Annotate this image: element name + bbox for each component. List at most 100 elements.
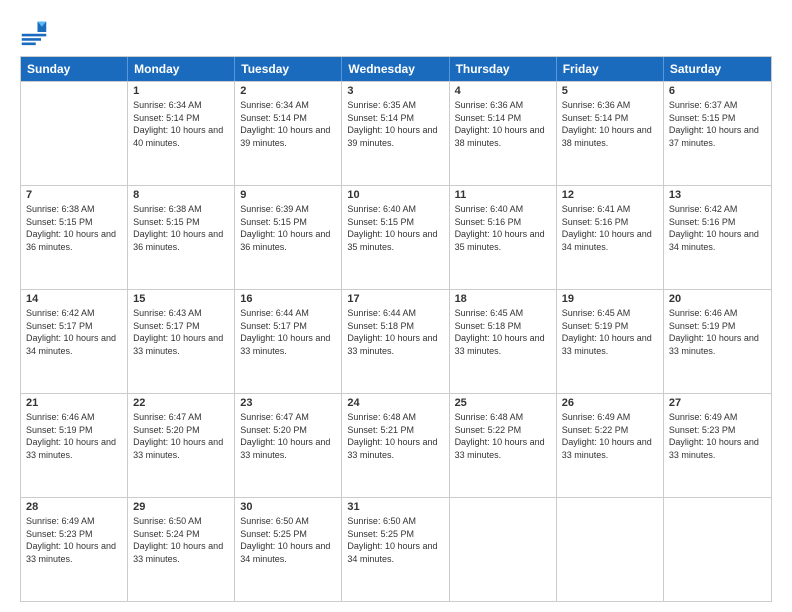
cell-day-number: 26 <box>562 397 658 409</box>
cell-info: Sunrise: 6:47 AMSunset: 5:20 PMDaylight:… <box>240 411 336 461</box>
cell-info: Sunrise: 6:42 AMSunset: 5:17 PMDaylight:… <box>26 307 122 357</box>
calendar-cell: 9Sunrise: 6:39 AMSunset: 5:15 PMDaylight… <box>235 186 342 289</box>
cell-day-number: 25 <box>455 397 551 409</box>
calendar-cell: 3 Sunrise: 6:35 AMSunset: 5:14 PMDaylight… <box>342 82 449 185</box>
calendar-cell <box>557 498 664 601</box>
cell-info: Sunrise: 6:50 AMSunset: 5:25 PMDaylight:… <box>240 515 336 565</box>
calendar-cell: 31 Sunrise: 6:50 AMSunset: 5:25 PMDayligh… <box>342 498 449 601</box>
calendar-cell: 6 Sunrise: 6:37 AMSunset: 5:15 PMDaylight… <box>664 82 771 185</box>
calendar-cell: 26 Sunrise: 6:49 AMSunset: 5:22 PMDayligh… <box>557 394 664 497</box>
cell-info: Sunrise: 6:34 AMSunset: 5:14 PMDaylight:… <box>133 99 229 149</box>
cell-day-number: 6 <box>669 85 766 97</box>
cell-day-number: 16 <box>240 293 336 305</box>
cell-info: Sunrise: 6:37 AMSunset: 5:15 PMDaylight:… <box>669 99 766 149</box>
calendar-cell: 16 Sunrise: 6:44 AMSunset: 5:17 PMDayligh… <box>235 290 342 393</box>
calendar-cell: 4 Sunrise: 6:36 AMSunset: 5:14 PMDaylight… <box>450 82 557 185</box>
cell-day-number: 13 <box>669 189 766 201</box>
cell-info: Sunrise: 6:36 AMSunset: 5:14 PMDaylight:… <box>455 99 551 149</box>
calendar-cell: 25 Sunrise: 6:48 AMSunset: 5:22 PMDayligh… <box>450 394 557 497</box>
calendar-cell: 18 Sunrise: 6:45 AMSunset: 5:18 PMDayligh… <box>450 290 557 393</box>
cell-info: Sunrise: 6:44 AMSunset: 5:18 PMDaylight:… <box>347 307 443 357</box>
cell-day-number: 5 <box>562 85 658 97</box>
header-day-saturday: Saturday <box>664 57 771 81</box>
cell-day-number: 2 <box>240 85 336 97</box>
calendar-cell: 21Sunrise: 6:46 AMSunset: 5:19 PMDayligh… <box>21 394 128 497</box>
cell-day-number: 18 <box>455 293 551 305</box>
calendar-cell: 24Sunrise: 6:48 AMSunset: 5:21 PMDayligh… <box>342 394 449 497</box>
cell-day-number: 14 <box>26 293 122 305</box>
cell-day-number: 15 <box>133 293 229 305</box>
calendar-cell: 20Sunrise: 6:46 AMSunset: 5:19 PMDayligh… <box>664 290 771 393</box>
calendar-cell: 12 Sunrise: 6:41 AMSunset: 5:16 PMDayligh… <box>557 186 664 289</box>
header-day-tuesday: Tuesday <box>235 57 342 81</box>
cell-day-number: 30 <box>240 501 336 513</box>
cell-day-number: 7 <box>26 189 122 201</box>
cell-day-number: 20 <box>669 293 766 305</box>
calendar-cell <box>21 82 128 185</box>
calendar-cell: 13 Sunrise: 6:42 AMSunset: 5:16 PMDayligh… <box>664 186 771 289</box>
cell-day-number: 10 <box>347 189 443 201</box>
calendar-row-4: 28Sunrise: 6:49 AMSunset: 5:23 PMDayligh… <box>21 497 771 601</box>
cell-day-number: 11 <box>455 189 551 201</box>
page: SundayMondayTuesdayWednesdayThursdayFrid… <box>0 0 792 612</box>
cell-info: Sunrise: 6:50 AMSunset: 5:25 PMDaylight:… <box>347 515 443 565</box>
calendar-cell: 8Sunrise: 6:38 AMSunset: 5:15 PMDaylight… <box>128 186 235 289</box>
calendar-cell: 1 Sunrise: 6:34 AMSunset: 5:14 PMDaylight… <box>128 82 235 185</box>
cell-day-number: 12 <box>562 189 658 201</box>
calendar-row-1: 7 Sunrise: 6:38 AMSunset: 5:15 PMDaylight… <box>21 185 771 289</box>
calendar-cell: 19Sunrise: 6:45 AMSunset: 5:19 PMDayligh… <box>557 290 664 393</box>
calendar-row-0: 1 Sunrise: 6:34 AMSunset: 5:14 PMDaylight… <box>21 81 771 185</box>
cell-day-number: 1 <box>133 85 229 97</box>
cell-info: Sunrise: 6:50 AMSunset: 5:24 PMDaylight:… <box>133 515 229 565</box>
cell-day-number: 22 <box>133 397 229 409</box>
calendar-cell: 15 Sunrise: 6:43 AMSunset: 5:17 PMDayligh… <box>128 290 235 393</box>
cell-info: Sunrise: 6:49 AMSunset: 5:22 PMDaylight:… <box>562 411 658 461</box>
calendar-cell: 29Sunrise: 6:50 AMSunset: 5:24 PMDayligh… <box>128 498 235 601</box>
header-day-wednesday: Wednesday <box>342 57 449 81</box>
cell-day-number: 9 <box>240 189 336 201</box>
cell-day-number: 23 <box>240 397 336 409</box>
calendar-cell: 17 Sunrise: 6:44 AMSunset: 5:18 PMDayligh… <box>342 290 449 393</box>
calendar-row-3: 21Sunrise: 6:46 AMSunset: 5:19 PMDayligh… <box>21 393 771 497</box>
cell-day-number: 31 <box>347 501 443 513</box>
header-day-thursday: Thursday <box>450 57 557 81</box>
cell-info: Sunrise: 6:40 AMSunset: 5:16 PMDaylight:… <box>455 203 551 253</box>
calendar-cell <box>450 498 557 601</box>
calendar-row-2: 14 Sunrise: 6:42 AMSunset: 5:17 PMDayligh… <box>21 289 771 393</box>
cell-day-number: 4 <box>455 85 551 97</box>
cell-info: Sunrise: 6:36 AMSunset: 5:14 PMDaylight:… <box>562 99 658 149</box>
cell-info: Sunrise: 6:38 AMSunset: 5:15 PMDaylight:… <box>26 203 122 253</box>
cell-day-number: 27 <box>669 397 766 409</box>
header-day-monday: Monday <box>128 57 235 81</box>
calendar-cell: 30 Sunrise: 6:50 AMSunset: 5:25 PMDayligh… <box>235 498 342 601</box>
calendar-cell: 11 Sunrise: 6:40 AMSunset: 5:16 PMDayligh… <box>450 186 557 289</box>
calendar-cell: 14 Sunrise: 6:42 AMSunset: 5:17 PMDayligh… <box>21 290 128 393</box>
calendar: SundayMondayTuesdayWednesdayThursdayFrid… <box>20 56 772 602</box>
calendar-cell: 27 Sunrise: 6:49 AMSunset: 5:23 PMDayligh… <box>664 394 771 497</box>
cell-info: Sunrise: 6:49 AMSunset: 5:23 PMDaylight:… <box>669 411 766 461</box>
cell-info: Sunrise: 6:48 AMSunset: 5:22 PMDaylight:… <box>455 411 551 461</box>
cell-day-number: 21 <box>26 397 122 409</box>
header <box>20 18 772 46</box>
cell-day-number: 28 <box>26 501 122 513</box>
calendar-cell: 23 Sunrise: 6:47 AMSunset: 5:20 PMDayligh… <box>235 394 342 497</box>
cell-info: Sunrise: 6:38 AMSunset: 5:15 PMDaylight:… <box>133 203 229 253</box>
cell-info: Sunrise: 6:42 AMSunset: 5:16 PMDaylight:… <box>669 203 766 253</box>
cell-day-number: 3 <box>347 85 443 97</box>
logo <box>20 18 52 46</box>
cell-info: Sunrise: 6:43 AMSunset: 5:17 PMDaylight:… <box>133 307 229 357</box>
header-day-friday: Friday <box>557 57 664 81</box>
cell-info: Sunrise: 6:45 AMSunset: 5:18 PMDaylight:… <box>455 307 551 357</box>
cell-day-number: 19 <box>562 293 658 305</box>
cell-info: Sunrise: 6:41 AMSunset: 5:16 PMDaylight:… <box>562 203 658 253</box>
calendar-cell: 22Sunrise: 6:47 AMSunset: 5:20 PMDayligh… <box>128 394 235 497</box>
cell-info: Sunrise: 6:44 AMSunset: 5:17 PMDaylight:… <box>240 307 336 357</box>
cell-info: Sunrise: 6:48 AMSunset: 5:21 PMDaylight:… <box>347 411 443 461</box>
cell-info: Sunrise: 6:35 AMSunset: 5:14 PMDaylight:… <box>347 99 443 149</box>
calendar-cell: 7 Sunrise: 6:38 AMSunset: 5:15 PMDaylight… <box>21 186 128 289</box>
logo-icon <box>20 18 48 46</box>
header-day-sunday: Sunday <box>21 57 128 81</box>
calendar-header: SundayMondayTuesdayWednesdayThursdayFrid… <box>21 57 771 81</box>
cell-day-number: 17 <box>347 293 443 305</box>
cell-info: Sunrise: 6:40 AMSunset: 5:15 PMDaylight:… <box>347 203 443 253</box>
